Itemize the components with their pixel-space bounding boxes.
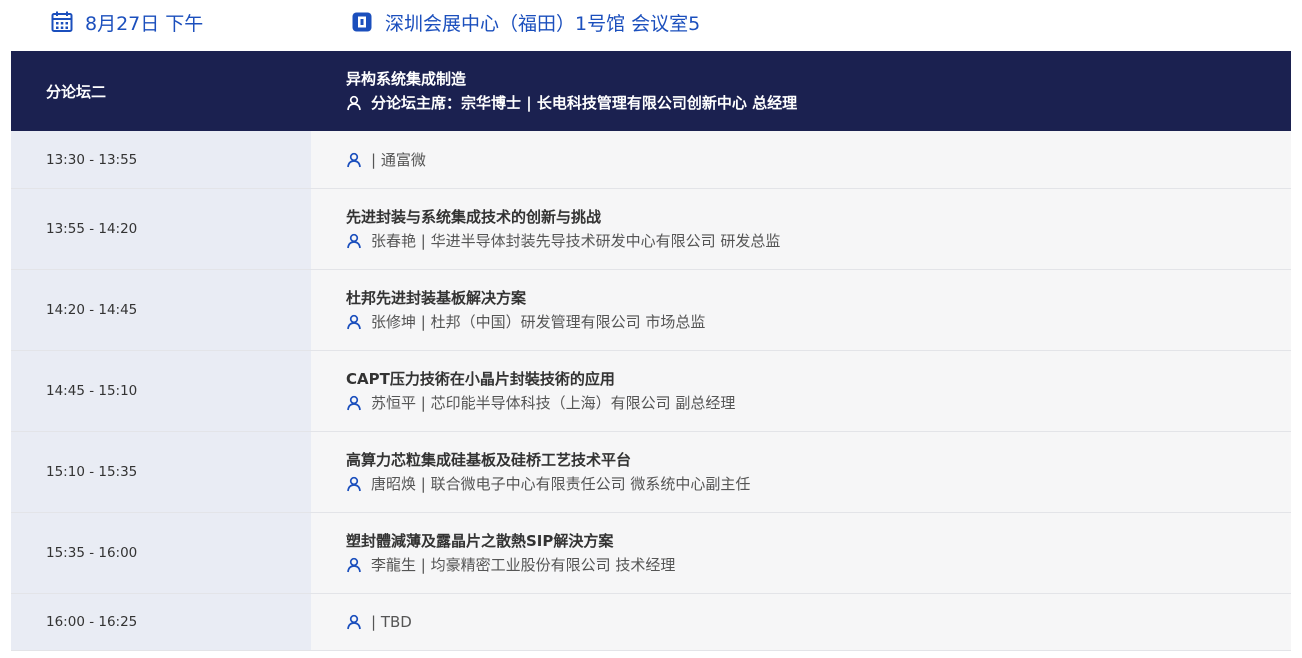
session-speaker-text: 张修坤 | 杜邦（中国）研发管理有限公司 市场总监	[371, 313, 706, 331]
session-speaker-text: 唐昭焕 | 联合微电子中心有限责任公司 微系统中心副主任	[371, 475, 751, 493]
forum-chair-text: 分论坛主席：宗华博士 | 长电科技管理有限公司创新中心 总经理	[371, 94, 798, 112]
session-speaker-text: | TBD	[371, 613, 412, 631]
session-row: 15:10 - 15:35 高算力芯粒集成硅基板及硅桥工艺技术平台 唐昭焕 | …	[11, 432, 1291, 513]
session-row: 16:00 - 16:25 | TBD	[11, 594, 1291, 651]
agenda-table: 分论坛二 异构系统集成制造 分论坛主席：宗华博士 | 长电科技管理有限公司创新中…	[11, 51, 1291, 651]
session-row: 15:35 - 16:00 塑封體減薄及露晶片之散熱SIP解決方案 李龍生 | …	[11, 513, 1291, 594]
session-row: 14:45 - 15:10 CAPT压力技術在小晶片封裝技術的应用 苏恒平 | …	[11, 351, 1291, 432]
session-row: 14:20 - 14:45 杜邦先进封装基板解决方案 张修坤 | 杜邦（中国）研…	[11, 270, 1291, 351]
forum-header: 分论坛二 异构系统集成制造 分论坛主席：宗华博士 | 长电科技管理有限公司创新中…	[11, 51, 1291, 131]
session-content: 先进封装与系统集成技术的创新与挑战 张春艳 | 华进半导体封装先导技术研发中心有…	[311, 189, 1291, 269]
session-title: 塑封體減薄及露晶片之散熱SIP解決方案	[346, 532, 614, 550]
session-time: 15:35 - 16:00	[11, 513, 311, 593]
session-time: 15:10 - 15:35	[11, 432, 311, 512]
forum-theme: 异构系统集成制造	[346, 70, 467, 88]
event-info-bar: 8月27日 下午 深圳会展中心（福田）1号馆 会议室5	[0, 0, 1302, 45]
venue-icon	[350, 10, 374, 34]
event-venue-text: 深圳会展中心（福田）1号馆 会议室5	[385, 12, 701, 35]
session-title: 先进封装与系统集成技术的创新与挑战	[346, 208, 602, 226]
person-icon	[346, 314, 362, 330]
event-venue: 深圳会展中心（福田）1号馆 会议室5	[350, 8, 700, 36]
session-content: | 通富微	[311, 131, 1291, 188]
session-content: CAPT压力技術在小晶片封裝技術的应用 苏恒平 | 芯印能半导体科技（上海）有限…	[311, 351, 1291, 431]
session-time: 13:55 - 14:20	[11, 189, 311, 269]
person-icon	[346, 95, 362, 111]
event-date-text: 8月27日 下午	[85, 12, 204, 35]
forum-name: 分论坛二	[46, 82, 107, 101]
forum-chair: 分论坛主席：宗华博士 | 长电科技管理有限公司创新中心 总经理	[346, 91, 1291, 115]
session-row: 13:30 - 13:55 | 通富微	[11, 131, 1291, 189]
session-speaker: | TBD	[346, 610, 1291, 634]
session-title: 杜邦先进封装基板解决方案	[346, 289, 527, 307]
session-speaker-text: 张春艳 | 华进半导体封装先导技术研发中心有限公司 研发总监	[371, 232, 781, 250]
session-speaker: | 通富微	[346, 148, 1291, 172]
session-time: 16:00 - 16:25	[11, 594, 311, 650]
session-title: CAPT压力技術在小晶片封裝技術的应用	[346, 370, 615, 388]
session-speaker: 苏恒平 | 芯印能半导体科技（上海）有限公司 副总经理	[346, 391, 1291, 415]
session-title: 高算力芯粒集成硅基板及硅桥工艺技术平台	[346, 451, 632, 469]
forum-info: 异构系统集成制造 分论坛主席：宗华博士 | 长电科技管理有限公司创新中心 总经理	[311, 51, 1291, 131]
person-icon	[346, 614, 362, 630]
session-time: 14:45 - 15:10	[11, 351, 311, 431]
calendar-icon	[50, 10, 74, 34]
session-time: 13:30 - 13:55	[11, 131, 311, 188]
person-icon	[346, 152, 362, 168]
session-speaker: 李龍生 | 均豪精密工业股份有限公司 技术经理	[346, 553, 1291, 577]
session-speaker: 唐昭焕 | 联合微电子中心有限责任公司 微系统中心副主任	[346, 472, 1291, 496]
session-row: 13:55 - 14:20 先进封装与系统集成技术的创新与挑战 张春艳 | 华进…	[11, 189, 1291, 270]
session-content: 高算力芯粒集成硅基板及硅桥工艺技术平台 唐昭焕 | 联合微电子中心有限责任公司 …	[311, 432, 1291, 512]
session-content: 塑封體減薄及露晶片之散熱SIP解決方案 李龍生 | 均豪精密工业股份有限公司 技…	[311, 513, 1291, 593]
person-icon	[346, 476, 362, 492]
person-icon	[346, 233, 362, 249]
session-speaker-text: | 通富微	[371, 150, 426, 169]
session-content: | TBD	[311, 594, 1291, 650]
session-content: 杜邦先进封装基板解决方案 张修坤 | 杜邦（中国）研发管理有限公司 市场总监	[311, 270, 1291, 350]
person-icon	[346, 557, 362, 573]
session-speaker: 张修坤 | 杜邦（中国）研发管理有限公司 市场总监	[346, 310, 1291, 334]
session-speaker-text: 李龍生 | 均豪精密工业股份有限公司 技术经理	[371, 556, 676, 574]
session-speaker: 张春艳 | 华进半导体封装先导技术研发中心有限公司 研发总监	[346, 229, 1291, 253]
session-time: 14:20 - 14:45	[11, 270, 311, 350]
event-date: 8月27日 下午	[50, 8, 203, 36]
session-speaker-text: 苏恒平 | 芯印能半导体科技（上海）有限公司 副总经理	[371, 394, 736, 412]
person-icon	[346, 395, 362, 411]
